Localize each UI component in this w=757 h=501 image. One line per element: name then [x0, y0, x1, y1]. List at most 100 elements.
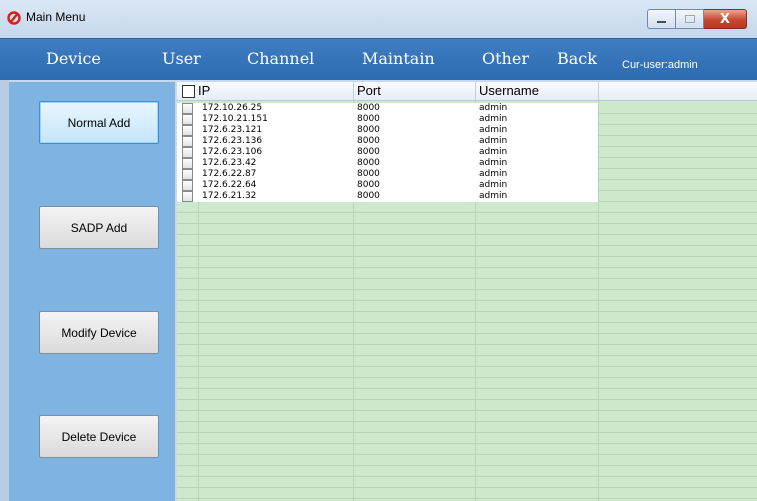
grid-line: [177, 388, 757, 389]
header-port[interactable]: Port: [357, 82, 381, 100]
grid-line: [177, 344, 757, 345]
cell-username: admin: [479, 114, 508, 124]
row-checkbox[interactable]: [182, 103, 193, 114]
normal-add-button[interactable]: Normal Add: [39, 101, 159, 144]
grid-line: [177, 322, 757, 323]
action-sidebar: Normal Add SADP Add Modify Device Delete…: [9, 82, 175, 501]
header-separator: [353, 82, 354, 100]
cell-ip: 172.6.21.32: [202, 191, 257, 201]
header-separator: [475, 82, 476, 100]
cell-ip: 172.6.23.106: [202, 147, 263, 157]
grid-line: [177, 399, 757, 400]
row-checkbox[interactable]: [182, 125, 193, 136]
maximize-icon: [684, 15, 695, 23]
grid-line: [177, 223, 757, 224]
row-checkbox[interactable]: [182, 136, 193, 147]
logo-icon: [7, 11, 21, 25]
menu-maintain[interactable]: Maintain: [362, 49, 435, 68]
grid-column-line: [598, 100, 599, 501]
window-controls: X: [647, 9, 747, 29]
left-edge: [0, 80, 9, 501]
cell-username: admin: [479, 191, 508, 201]
row-checkbox[interactable]: [182, 180, 193, 191]
cell-port: 8000: [357, 136, 380, 146]
grid-line: [177, 432, 757, 433]
title-bar[interactable]: Main Menu X: [0, 0, 757, 38]
cell-port: 8000: [357, 180, 380, 190]
cell-ip: 172.6.23.42: [202, 158, 257, 168]
grid-line: [177, 498, 757, 499]
row-checkbox[interactable]: [182, 114, 193, 125]
grid-line: [177, 454, 757, 455]
cell-ip: 172.6.23.121: [202, 125, 263, 135]
table-row[interactable]: 172.6.23.136 8000 admin: [177, 136, 598, 147]
grid-line: [177, 410, 757, 411]
table-row[interactable]: 172.6.21.32 8000 admin: [177, 191, 598, 202]
menu-channel[interactable]: Channel: [247, 49, 314, 68]
cell-ip: 172.6.22.64: [202, 180, 257, 190]
cell-ip: 172.6.23.136: [202, 136, 263, 146]
menu-user[interactable]: User: [162, 49, 201, 68]
grid-line: [177, 421, 757, 422]
header-ip[interactable]: IP: [198, 82, 210, 100]
cell-username: admin: [479, 158, 508, 168]
cell-port: 8000: [357, 158, 380, 168]
row-checkbox[interactable]: [182, 169, 193, 180]
grid-line: [177, 278, 757, 279]
modify-device-button[interactable]: Modify Device: [39, 311, 159, 354]
grid-line: [177, 476, 757, 477]
menu-other[interactable]: Other: [482, 49, 529, 68]
cell-port: 8000: [357, 191, 380, 201]
minimize-icon: [657, 21, 666, 23]
row-checkbox[interactable]: [182, 191, 193, 202]
table-row[interactable]: 172.6.22.64 8000 admin: [177, 180, 598, 191]
device-table: IP Port Username 172.10.26.25 8000 admin 17…: [177, 82, 757, 501]
header-separator: [598, 82, 599, 100]
grid-line: [177, 212, 757, 213]
table-row[interactable]: 172.6.23.121 8000 admin: [177, 125, 598, 136]
menu-back[interactable]: Back: [557, 49, 597, 68]
menu-device[interactable]: Device: [46, 49, 101, 68]
grid-line: [177, 300, 757, 301]
cell-username: admin: [479, 180, 508, 190]
cell-username: admin: [479, 136, 508, 146]
top-menu-bar: Device User Channel Maintain Other Back …: [0, 38, 757, 81]
grid-line: [177, 256, 757, 257]
current-user-label: Cur-user:admin: [622, 59, 698, 71]
window-title: Main Menu: [26, 10, 86, 24]
table-row[interactable]: 172.10.21.151 8000 admin: [177, 114, 598, 125]
table-row[interactable]: 172.6.22.87 8000 admin: [177, 169, 598, 180]
grid-line: [177, 289, 757, 290]
maximize-button[interactable]: [676, 9, 704, 29]
grid-line: [177, 487, 757, 488]
header-username[interactable]: Username: [479, 82, 539, 100]
cell-port: 8000: [357, 147, 380, 157]
cell-ip: 172.6.22.87: [202, 169, 257, 179]
row-checkbox[interactable]: [182, 147, 193, 158]
grid-line: [177, 355, 757, 356]
grid-line: [177, 443, 757, 444]
table-row[interactable]: 172.10.26.25 8000 admin: [177, 103, 598, 114]
grid-line: [177, 311, 757, 312]
row-checkbox[interactable]: [182, 158, 193, 169]
close-button[interactable]: X: [704, 9, 747, 29]
grid-line: [177, 377, 757, 378]
cell-username: admin: [479, 125, 508, 135]
cell-username: admin: [479, 147, 508, 157]
cell-ip: 172.10.26.25: [202, 103, 263, 113]
grid-line: [177, 267, 757, 268]
sadp-add-button[interactable]: SADP Add: [39, 206, 159, 249]
delete-device-button[interactable]: Delete Device: [39, 415, 159, 458]
select-all-checkbox[interactable]: [182, 85, 195, 98]
grid-line: [177, 465, 757, 466]
table-header: IP Port Username: [177, 82, 757, 101]
cell-port: 8000: [357, 169, 380, 179]
cell-port: 8000: [357, 103, 380, 113]
grid-line: [177, 333, 757, 334]
table-row[interactable]: 172.6.23.106 8000 admin: [177, 147, 598, 158]
close-icon: X: [719, 11, 731, 27]
minimize-button[interactable]: [647, 9, 676, 29]
table-row[interactable]: 172.6.23.42 8000 admin: [177, 158, 598, 169]
grid-line: [177, 234, 757, 235]
cell-port: 8000: [357, 114, 380, 124]
